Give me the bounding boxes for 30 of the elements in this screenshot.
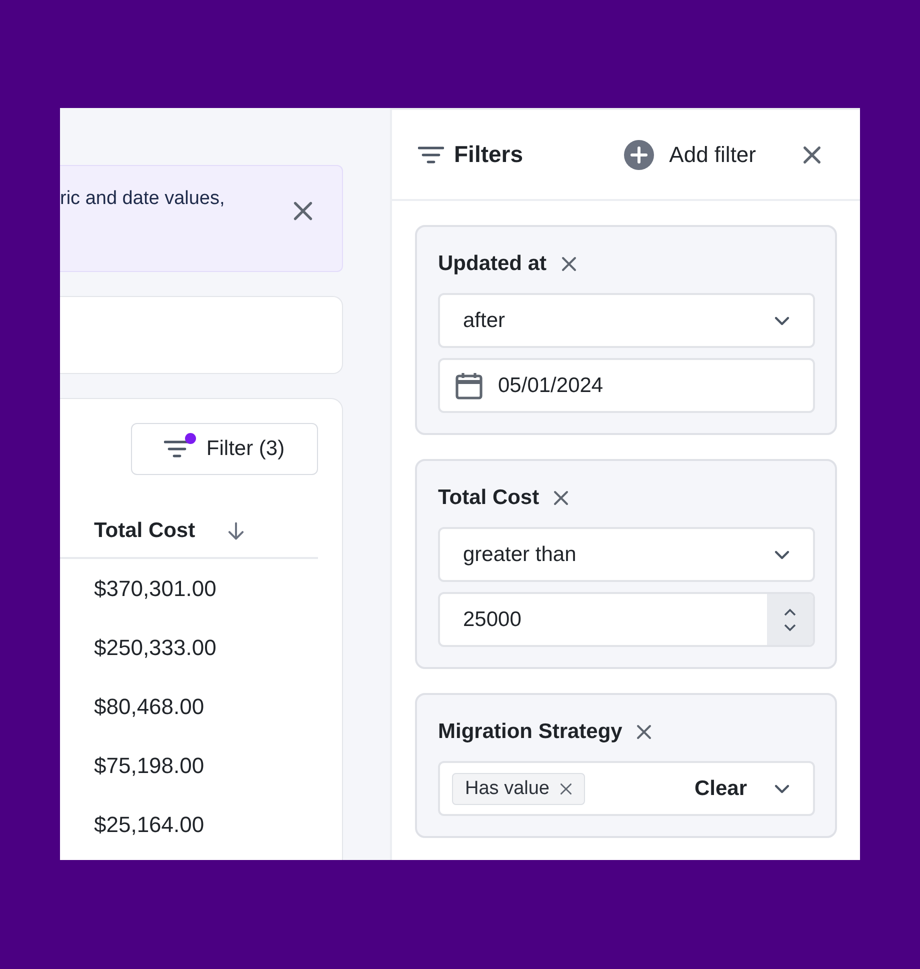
chevron-down-icon: [773, 314, 791, 326]
number-field[interactable]: 25000: [438, 592, 815, 647]
chevron-down-icon: [783, 622, 797, 632]
operator-select[interactable]: after: [438, 293, 815, 348]
chevron-down-icon: [773, 548, 791, 560]
chevron-up-icon: [783, 608, 797, 616]
date-field[interactable]: 05/01/2024: [438, 358, 815, 413]
table-cell: $25,164.00: [94, 812, 204, 838]
chevron-down-icon: [773, 782, 791, 794]
filter-name: Migration Strategy: [438, 720, 622, 744]
filter-name: Total Cost: [438, 486, 540, 510]
plus-circle-icon: [624, 140, 654, 170]
add-filter-button[interactable]: Add filter: [624, 140, 756, 170]
filter-icon: [418, 144, 444, 164]
remove-icon[interactable]: [558, 780, 574, 796]
filter-name: Updated at: [438, 252, 547, 276]
table-cell: $80,468.00: [94, 694, 204, 720]
table-cell: $75,198.00: [94, 752, 204, 778]
clear-button[interactable]: Clear: [694, 776, 747, 800]
operator-select[interactable]: greater than: [438, 527, 815, 582]
banner-text: ric and date values,: [60, 188, 225, 210]
table-cell: $250,333.00: [94, 634, 216, 660]
multi-select[interactable]: Has value Clear: [438, 761, 815, 816]
calendar-icon: [454, 370, 484, 400]
stepper[interactable]: [767, 594, 813, 645]
column-header[interactable]: Total Cost: [94, 519, 196, 543]
value-tag: Has value: [452, 772, 584, 804]
filter-button[interactable]: Filter (3): [131, 423, 318, 475]
table-cell: $370,301.00: [94, 576, 216, 602]
panel-title: Filters: [454, 141, 524, 168]
